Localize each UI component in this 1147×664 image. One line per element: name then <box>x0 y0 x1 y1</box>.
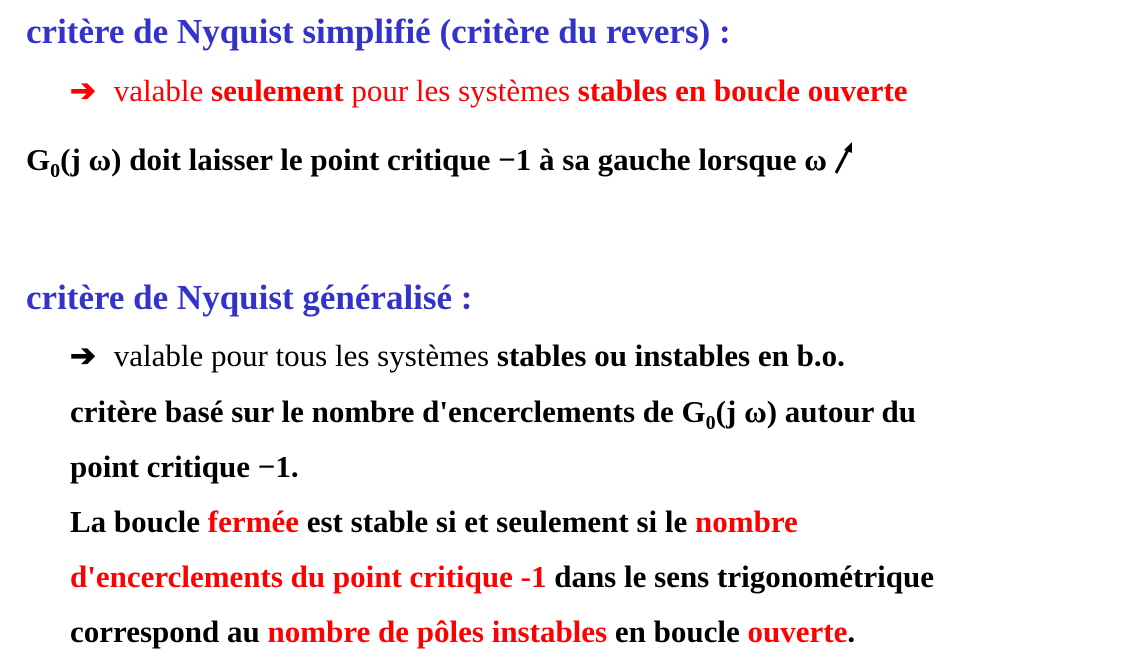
simplified-condition-line: G0(j ω) doit laisser le point critique −… <box>26 142 855 182</box>
arrow-right-icon: ➔ <box>70 73 96 108</box>
text-segment: stables en boucle ouverte <box>577 73 908 108</box>
heading-simplified-criterion: critère de Nyquist simplifié (critère du… <box>26 12 731 51</box>
critical-point-line: point critique −1. <box>70 449 299 484</box>
criterion-basis-line: critère basé sur le nombre d'encerclemen… <box>70 394 917 434</box>
simplified-condition-text: (j ω) doit laisser le point critique −1 … <box>60 142 827 177</box>
text-segment: ouverte <box>747 614 848 649</box>
simplified-validity-line: ➔ valable seulement pour les systèmes st… <box>70 75 908 106</box>
transfer-function-symbol: G0 <box>681 394 716 434</box>
text-segment: seulement <box>211 73 344 108</box>
text-segment: est stable si et seulement si le <box>298 504 696 539</box>
transfer-function-symbol: G0 <box>26 142 61 182</box>
closed-loop-stability-line: La boucle fermée est stable si et seulem… <box>70 506 798 537</box>
text-segment: . <box>847 614 856 649</box>
arrow-up-right-icon <box>834 142 852 174</box>
text-segment: pour les systèmes <box>343 73 578 108</box>
arrow-right-icon: ➔ <box>70 338 96 373</box>
generalized-validity-text: valable pour tous les systèmes stables o… <box>106 338 845 373</box>
unstable-poles-line: correspond au nombre de pôles instables … <box>70 616 855 647</box>
text-segment: valable <box>105 73 211 108</box>
text-segment: correspond au <box>70 614 268 649</box>
generalized-validity-line: ➔ valable pour tous les systèmes stables… <box>70 340 845 371</box>
text-segment: d'encerclements du point critique -1 <box>70 559 547 594</box>
text-segment: fermée <box>207 504 299 539</box>
encirclement-direction-line: d'encerclements du point critique -1 dan… <box>70 561 934 592</box>
criterion-basis-text: critère basé sur le nombre d'encerclemen… <box>70 394 682 429</box>
heading-generalized-criterion: critère de Nyquist généralisé : <box>26 278 473 317</box>
text-segment: valable pour tous les systèmes <box>105 338 497 373</box>
simplified-validity-text: valable seulement pour les systèmes stab… <box>106 73 908 108</box>
text-segment: en boucle <box>607 614 748 649</box>
criterion-basis-text-end: (j ω) autour du <box>715 394 917 429</box>
text-segment: stables ou instables en b.o. <box>496 338 845 373</box>
text-segment: nombre <box>695 504 798 539</box>
text-segment: dans le sens trigonométrique <box>546 559 934 594</box>
text-segment: La boucle <box>70 504 208 539</box>
text-segment: nombre de pôles instables <box>267 614 608 649</box>
